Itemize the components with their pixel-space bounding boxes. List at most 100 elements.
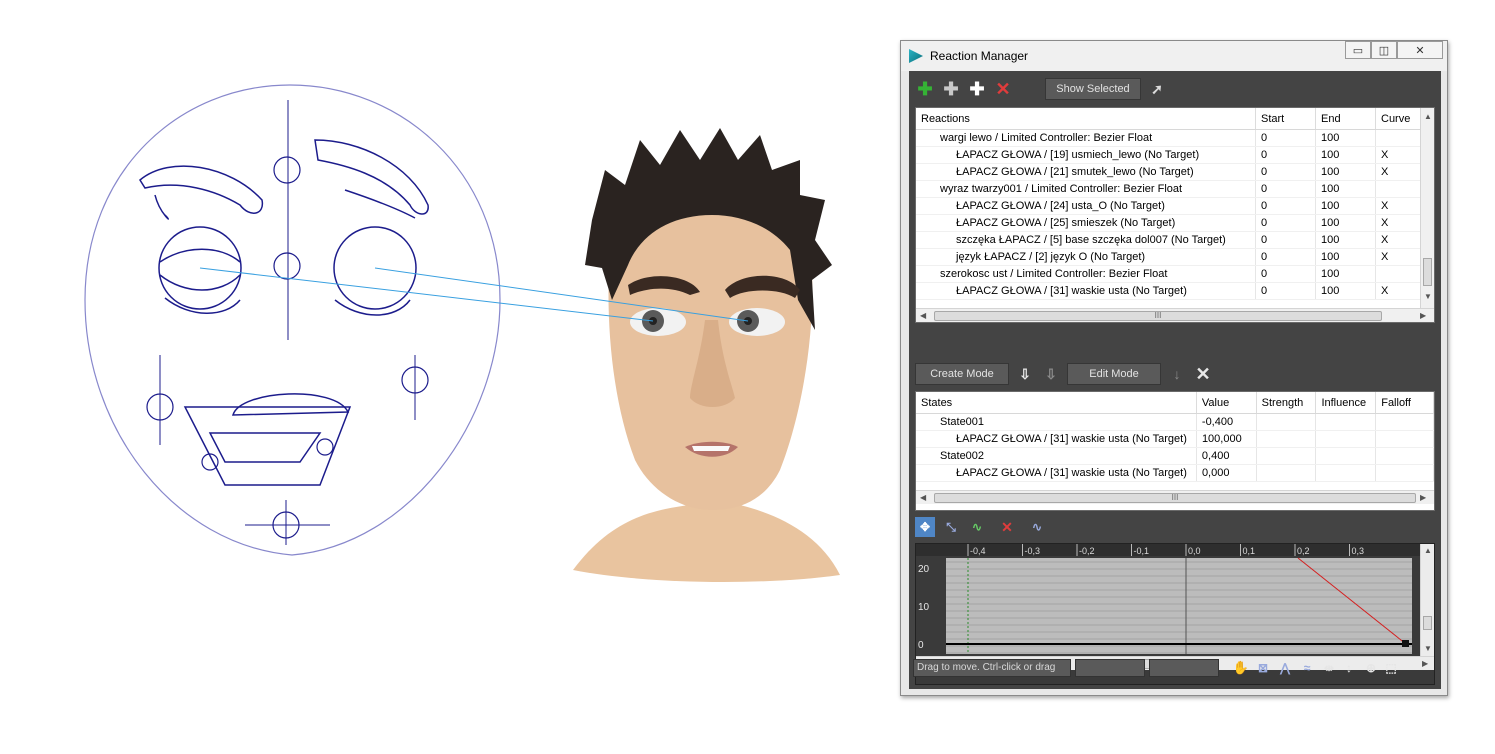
- add-master-icon[interactable]: ✚: [915, 79, 935, 99]
- ruler-label: 0,2: [1297, 546, 1310, 556]
- delete-icon[interactable]: ✕: [993, 79, 1013, 99]
- scroll-thumb[interactable]: [1423, 258, 1432, 286]
- reaction-row[interactable]: wyraz twarzy001 / Limited Controller: Be…: [916, 181, 1434, 198]
- scroll-thumb[interactable]: [1423, 616, 1432, 630]
- y-label: 0: [918, 640, 924, 651]
- reactions-vscrollbar[interactable]: ▲ ▼: [1420, 108, 1434, 308]
- scroll-left-icon[interactable]: ◀: [920, 311, 926, 320]
- face-rig-diagram: [84, 84, 501, 556]
- set-state-icon[interactable]: ↓: [1167, 364, 1187, 384]
- col-value[interactable]: Value: [1197, 392, 1257, 413]
- restore-button[interactable]: ◫: [1371, 41, 1397, 59]
- col-falloff[interactable]: Falloff: [1376, 392, 1434, 413]
- scale-horizontal-icon[interactable]: ⇹: [1319, 658, 1339, 678]
- zoom-extents-icon[interactable]: ⊠: [1253, 658, 1273, 678]
- ruler-label: -0,1: [1134, 546, 1150, 556]
- move-keys-icon[interactable]: ✥: [915, 517, 935, 537]
- scroll-up-icon[interactable]: ▲: [1424, 112, 1432, 121]
- add-selected-icon[interactable]: ✚: [941, 79, 961, 99]
- reaction-row[interactable]: ŁAPACZ GŁOWA / [31] waskie usta (No Targ…: [916, 283, 1434, 300]
- reaction-end: 100: [1316, 215, 1376, 231]
- reaction-row[interactable]: szerokosc ust / Limited Controller: Bezi…: [916, 266, 1434, 283]
- reaction-row[interactable]: szczęka ŁAPACZ / [5] base szczęka dol007…: [916, 232, 1434, 249]
- col-start[interactable]: Start: [1256, 108, 1316, 129]
- close-button[interactable]: ✕: [1397, 41, 1443, 59]
- reaction-end: 100: [1316, 164, 1376, 180]
- pan-icon[interactable]: ✋: [1231, 658, 1251, 678]
- app-logo-icon: [909, 49, 923, 63]
- scroll-down-icon[interactable]: ▼: [1424, 292, 1432, 301]
- reaction-row[interactable]: język ŁAPACZ / [2] język O (No Target) 0 1…: [916, 249, 1434, 266]
- curve-key[interactable]: [1402, 640, 1409, 647]
- ruler-label: -0,2: [1079, 546, 1095, 556]
- scale-vertical-icon[interactable]: ↕: [1339, 658, 1359, 678]
- state-row[interactable]: ŁAPACZ GŁOWA / [31] waskie usta (No Targ…: [916, 431, 1434, 448]
- reaction-start: 0: [1256, 266, 1316, 282]
- reaction-curve: X: [1376, 215, 1422, 231]
- reaction-curve: X: [1376, 249, 1422, 265]
- states-hscrollbar[interactable]: ◀ III ▶: [916, 490, 1434, 504]
- create-state-icon[interactable]: ⇩: [1015, 364, 1035, 384]
- reaction-end: 100: [1316, 130, 1376, 146]
- reaction-row[interactable]: ŁAPACZ GŁOWA / [24] usta_O (No Target) 0 1…: [916, 198, 1434, 215]
- state-value: 0,400: [1197, 448, 1257, 464]
- state-row[interactable]: State002 0,400: [916, 448, 1434, 465]
- scroll-right-icon[interactable]: ▶: [1420, 311, 1426, 320]
- reaction-row[interactable]: wargi lewo / Limited Controller: Bezier …: [916, 130, 1434, 147]
- col-strength[interactable]: Strength: [1257, 392, 1317, 413]
- col-end[interactable]: End: [1316, 108, 1376, 129]
- col-states[interactable]: States: [916, 392, 1197, 413]
- create-mode-button[interactable]: Create Mode: [915, 363, 1009, 385]
- zoom-horizontal-icon[interactable]: ⋀: [1275, 658, 1295, 678]
- col-influence[interactable]: Influence: [1316, 392, 1377, 413]
- append-state-icon[interactable]: ⇩: [1041, 364, 1061, 384]
- zoom-icon[interactable]: ⊕: [1361, 658, 1381, 678]
- scale-keys-icon[interactable]: ⤡: [941, 517, 961, 537]
- window-title: Reaction Manager: [930, 49, 1029, 63]
- key-value-field[interactable]: [1149, 659, 1219, 677]
- reaction-manager-body: ✚ ✚ ✚ ✕ Show Selected ➚ Reactions Start …: [909, 71, 1441, 689]
- col-reactions[interactable]: Reactions: [916, 108, 1256, 129]
- edit-mode-button[interactable]: Edit Mode: [1067, 363, 1161, 385]
- reaction-end: 100: [1316, 249, 1376, 265]
- title-bar[interactable]: Reaction Manager ▭ ◫ ✕: [901, 41, 1447, 71]
- head-3d-model: [573, 128, 840, 582]
- zoom-value-icon[interactable]: ≈: [1297, 658, 1317, 678]
- reaction-curve: X: [1376, 164, 1422, 180]
- reactions-toolbar: ✚ ✚ ✚ ✕ Show Selected ➚: [909, 71, 1441, 107]
- curve-vscrollbar[interactable]: ▲ ▼: [1420, 544, 1434, 656]
- reaction-name: ŁAPACZ GŁOWA / [21] smutek_lewo (No Targ…: [916, 164, 1256, 180]
- delete-state-icon[interactable]: ✕: [1193, 364, 1213, 384]
- reaction-row[interactable]: ŁAPACZ GŁOWA / [19] usmiech_lewo (No Tar…: [916, 147, 1434, 164]
- state-name: ŁAPACZ GŁOWA / [31] waskie usta (No Targ…: [916, 465, 1197, 481]
- show-selected-button[interactable]: Show Selected: [1045, 78, 1141, 100]
- pick-cursor-icon[interactable]: ➚: [1147, 79, 1167, 99]
- ruler-label: -0,4: [970, 546, 986, 556]
- scroll-thumb[interactable]: III: [934, 493, 1416, 503]
- reaction-row[interactable]: ŁAPACZ GŁOWA / [25] smieszek (No Target)…: [916, 215, 1434, 232]
- scroll-up-icon[interactable]: ▲: [1424, 546, 1432, 555]
- state-influence: [1316, 448, 1377, 464]
- add-icon[interactable]: ✚: [967, 79, 987, 99]
- reaction-row[interactable]: ŁAPACZ GŁOWA / [21] smutek_lewo (No Targ…: [916, 164, 1434, 181]
- reactions-hscrollbar[interactable]: ◀ III ▶: [916, 308, 1434, 322]
- state-strength: [1257, 431, 1317, 447]
- scroll-thumb[interactable]: III: [934, 311, 1382, 321]
- scroll-down-icon[interactable]: ▼: [1424, 644, 1432, 653]
- add-point-icon[interactable]: ∿: [967, 517, 987, 537]
- zoom-region-icon[interactable]: ⬚: [1381, 658, 1401, 678]
- state-row[interactable]: State001 -0,400: [916, 414, 1434, 431]
- bezier-handle-icon[interactable]: ∿: [1027, 517, 1047, 537]
- state-falloff: [1376, 431, 1434, 447]
- scroll-left-icon[interactable]: ◀: [920, 493, 926, 502]
- col-curve[interactable]: Curve: [1376, 108, 1422, 129]
- reaction-end: 100: [1316, 266, 1376, 282]
- scroll-right-icon[interactable]: ▶: [1420, 493, 1426, 502]
- delete-point-icon[interactable]: ✕: [997, 517, 1017, 537]
- curve-graph[interactable]: -0,4 -0,3 -0,2 -0,1 0,0 0,1 0,2 0,3 20 10 0: [916, 544, 1435, 656]
- key-time-field[interactable]: [1075, 659, 1145, 677]
- y-label: 20: [918, 564, 930, 575]
- state-row[interactable]: ŁAPACZ GŁOWA / [31] waskie usta (No Targ…: [916, 465, 1434, 482]
- ruler-label: 0,0: [1188, 546, 1201, 556]
- minimize-button[interactable]: ▭: [1345, 41, 1371, 59]
